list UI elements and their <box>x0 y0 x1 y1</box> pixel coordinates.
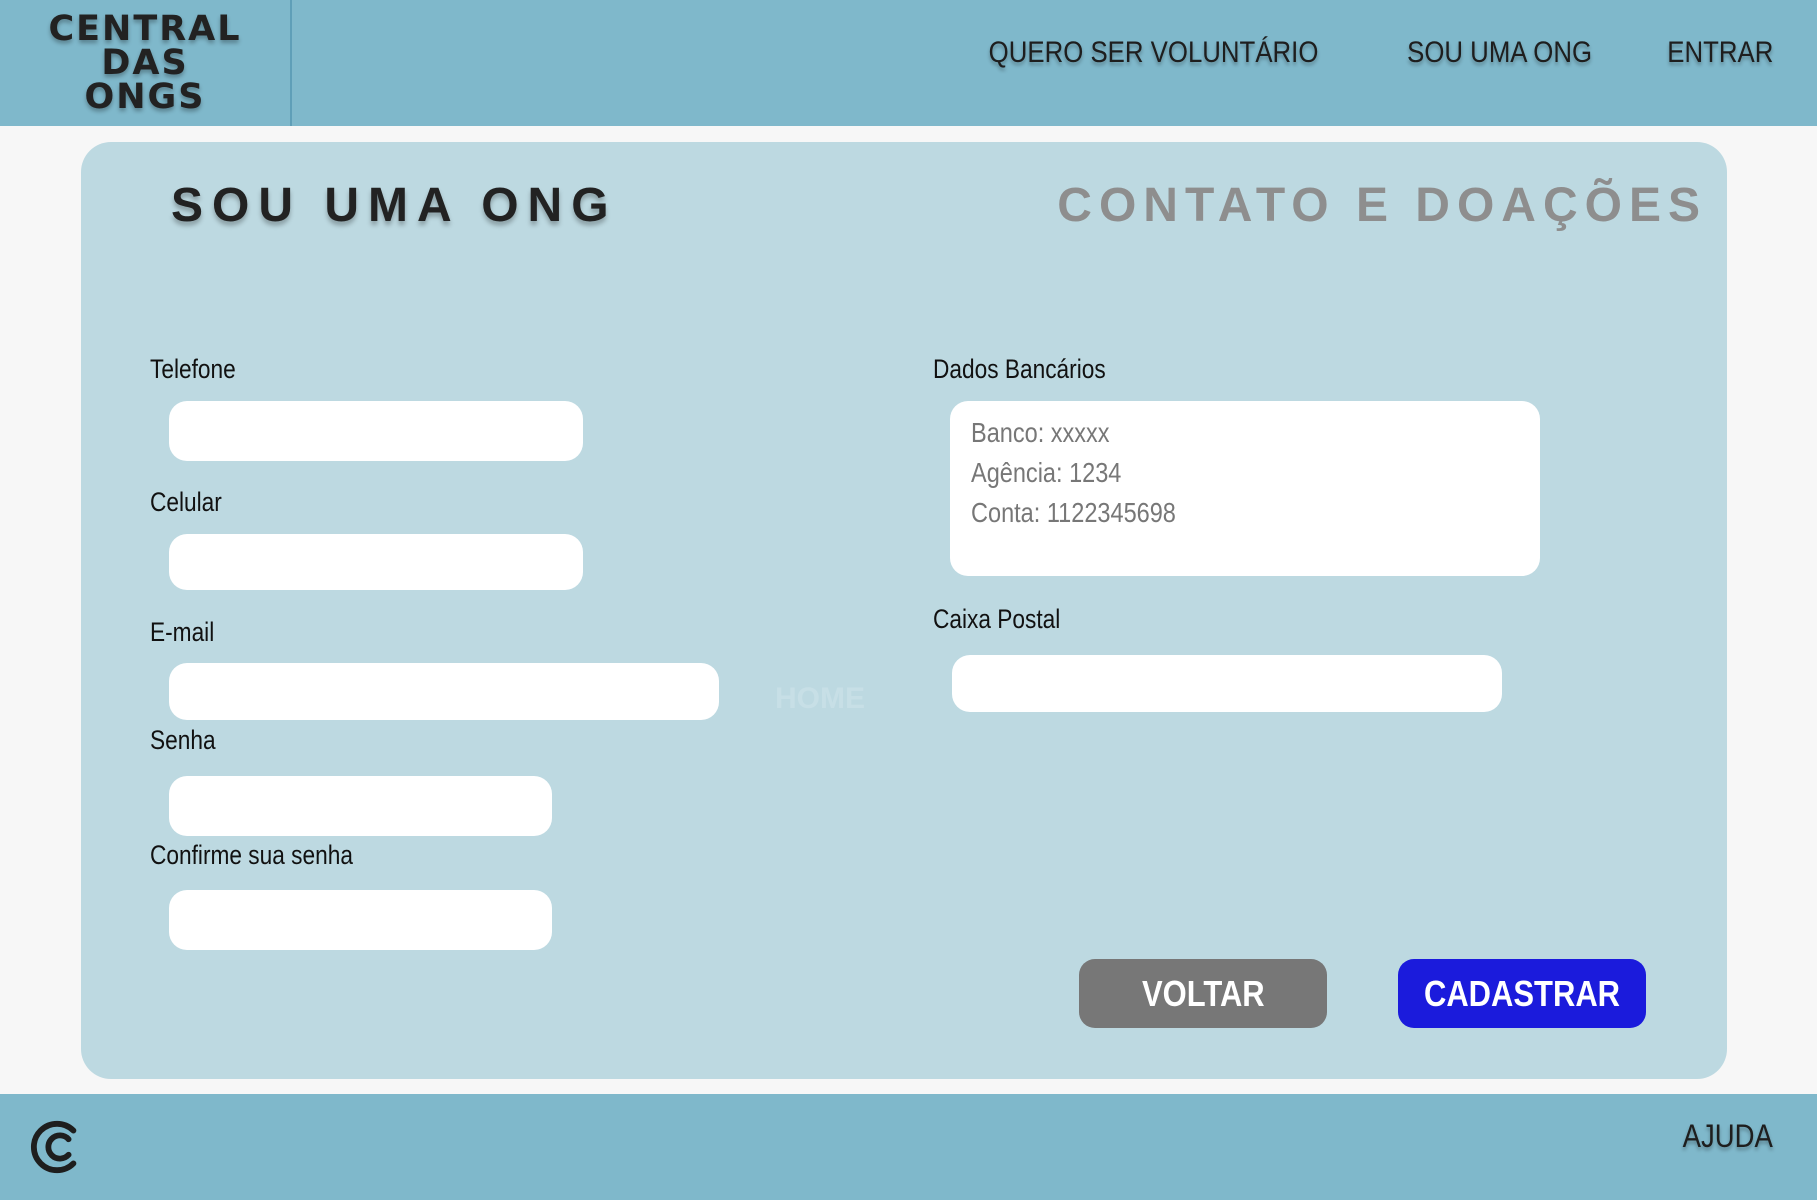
email-label: E-mail <box>150 617 215 647</box>
bank-line-banco: Banco: xxxxx <box>971 417 1110 448</box>
email-input[interactable] <box>169 663 719 720</box>
tab-sou-uma-ong[interactable]: SOU UMA ONG <box>171 178 618 233</box>
site-footer: AJUDA <box>0 1094 1817 1200</box>
telefone-input[interactable] <box>169 401 583 461</box>
senha-input[interactable] <box>169 776 552 836</box>
bank-line-conta: Conta: 1122345698 <box>971 497 1176 528</box>
celular-label: Celular <box>150 487 222 517</box>
logo-line-2: DAS <box>101 43 189 83</box>
telefone-label: Telefone <box>150 354 236 384</box>
nav-volunteer-link[interactable]: QUERO SER VOLUNTÁRIO <box>989 36 1319 70</box>
logo-line-1: CENTRAL <box>48 9 242 49</box>
c-logo-icon[interactable] <box>28 1118 86 1176</box>
dados-bancarios-label: Dados Bancários <box>933 354 1106 384</box>
caixa-postal-label: Caixa Postal <box>933 604 1061 634</box>
ghost-home-text: HOME <box>775 682 865 715</box>
caixa-postal-input[interactable] <box>952 655 1502 712</box>
confirm-senha-input[interactable] <box>169 890 552 950</box>
senha-label: Senha <box>150 725 216 755</box>
help-link[interactable]: AJUDA <box>1683 1118 1773 1155</box>
voltar-button[interactable]: VOLTAR <box>1079 959 1327 1028</box>
celular-input[interactable] <box>169 534 583 590</box>
registration-card: SOU UMA ONG CONTATO E DOAÇÕES Telefone C… <box>81 142 1727 1079</box>
logo-line-3: ONGS <box>84 77 206 117</box>
tab-contato-doacoes[interactable]: CONTATO E DOAÇÕES <box>1057 178 1707 233</box>
confirm-senha-label: Confirme sua senha <box>150 840 353 870</box>
cadastrar-button[interactable]: CADASTRAR <box>1398 959 1646 1028</box>
main-nav: QUERO SER VOLUNTÁRIO SOU UMA ONG ENTRAR <box>935 36 1773 70</box>
dados-bancarios-textarea[interactable]: Banco: xxxxx Agência: 1234 Conta: 112234… <box>950 401 1540 576</box>
site-header: CENTRAL DAS ONGS QUERO SER VOLUNTÁRIO SO… <box>0 0 1817 126</box>
nav-ngo-link[interactable]: SOU UMA ONG <box>1407 36 1592 70</box>
voltar-button-label: VOLTAR <box>1141 972 1265 1014</box>
cadastrar-button-label: CADASTRAR <box>1423 972 1621 1014</box>
brand-logo[interactable]: CENTRAL DAS ONGS <box>0 0 292 126</box>
bank-line-agencia: Agência: 1234 <box>971 457 1122 488</box>
nav-login-link[interactable]: ENTRAR <box>1667 36 1773 70</box>
